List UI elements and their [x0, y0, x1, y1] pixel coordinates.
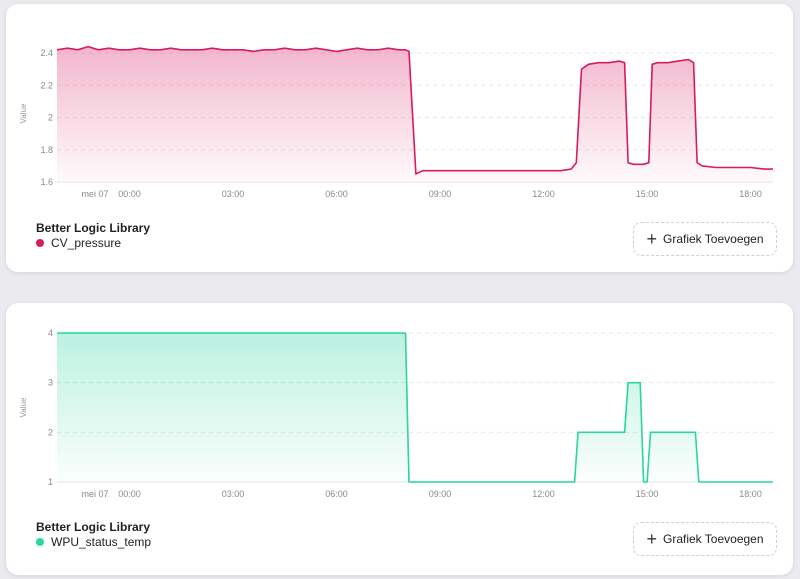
legend-dot-icon: [36, 538, 44, 546]
x-tick-label: 15:00: [636, 189, 659, 199]
x-tick-label: 12:00: [532, 489, 555, 499]
plus-icon: +: [646, 529, 657, 549]
y-tick-label: 2: [48, 113, 53, 123]
add-chart-button[interactable]: + Grafiek Toevoegen: [633, 222, 777, 256]
legend-label: CV_pressure: [51, 236, 122, 250]
legend-label: WPU_status_temp: [51, 535, 152, 549]
chart-card-wpu-status: 1 2 3 4 Value mei 07 00:00 03:00 06:00 09:00 12:00…: [6, 303, 793, 575]
series-area: [57, 333, 773, 482]
library-title: Better Logic Library: [36, 520, 151, 534]
library-title: Better Logic Library: [36, 221, 151, 235]
y-axis-label: Value: [19, 103, 28, 123]
add-chart-label: Grafiek Toevoegen: [663, 232, 764, 246]
y-tick-label: 1.8: [40, 145, 53, 155]
y-tick-label: 3: [48, 378, 53, 388]
y-tick-label: 2.4: [40, 48, 53, 58]
add-chart-label: Grafiek Toevoegen: [663, 532, 764, 546]
plus-icon: +: [646, 229, 657, 249]
x-tick-label: 03:00: [222, 189, 245, 199]
x-tick-label: 18:00: [739, 189, 762, 199]
y-tick-label: 1: [48, 477, 53, 487]
y-tick-label: 2: [48, 427, 53, 437]
x-tick-label: 12:00: [532, 189, 555, 199]
x-tick-label: mei 07: [81, 189, 108, 199]
legend-item[interactable]: WPU_status_temp: [36, 535, 151, 549]
y-tick-label: 4: [48, 328, 53, 338]
add-chart-button[interactable]: + Grafiek Toevoegen: [633, 522, 777, 556]
y-axis-label: Value: [19, 397, 28, 417]
legend-dot-icon: [36, 239, 44, 247]
legend-item[interactable]: CV_pressure: [36, 236, 121, 250]
x-tick-label: 06:00: [325, 489, 348, 499]
x-tick-label: 09:00: [429, 489, 452, 499]
x-tick-label: 06:00: [325, 189, 348, 199]
x-tick-label: 00:00: [118, 489, 141, 499]
x-tick-label: mei 07: [81, 489, 108, 499]
x-tick-label: 09:00: [429, 189, 452, 199]
chart-card-cv-pressure: 1.6 1.8 2 2.2 2.4 Value mei 07 00:00 03:00 06:00 0…: [6, 4, 793, 272]
x-tick-label: 03:00: [222, 489, 245, 499]
x-tick-label: 18:00: [739, 489, 762, 499]
x-tick-label: 15:00: [636, 489, 659, 499]
y-tick-label: 2.2: [40, 80, 53, 90]
x-tick-label: 00:00: [118, 189, 141, 199]
y-tick-label: 1.6: [40, 177, 53, 187]
